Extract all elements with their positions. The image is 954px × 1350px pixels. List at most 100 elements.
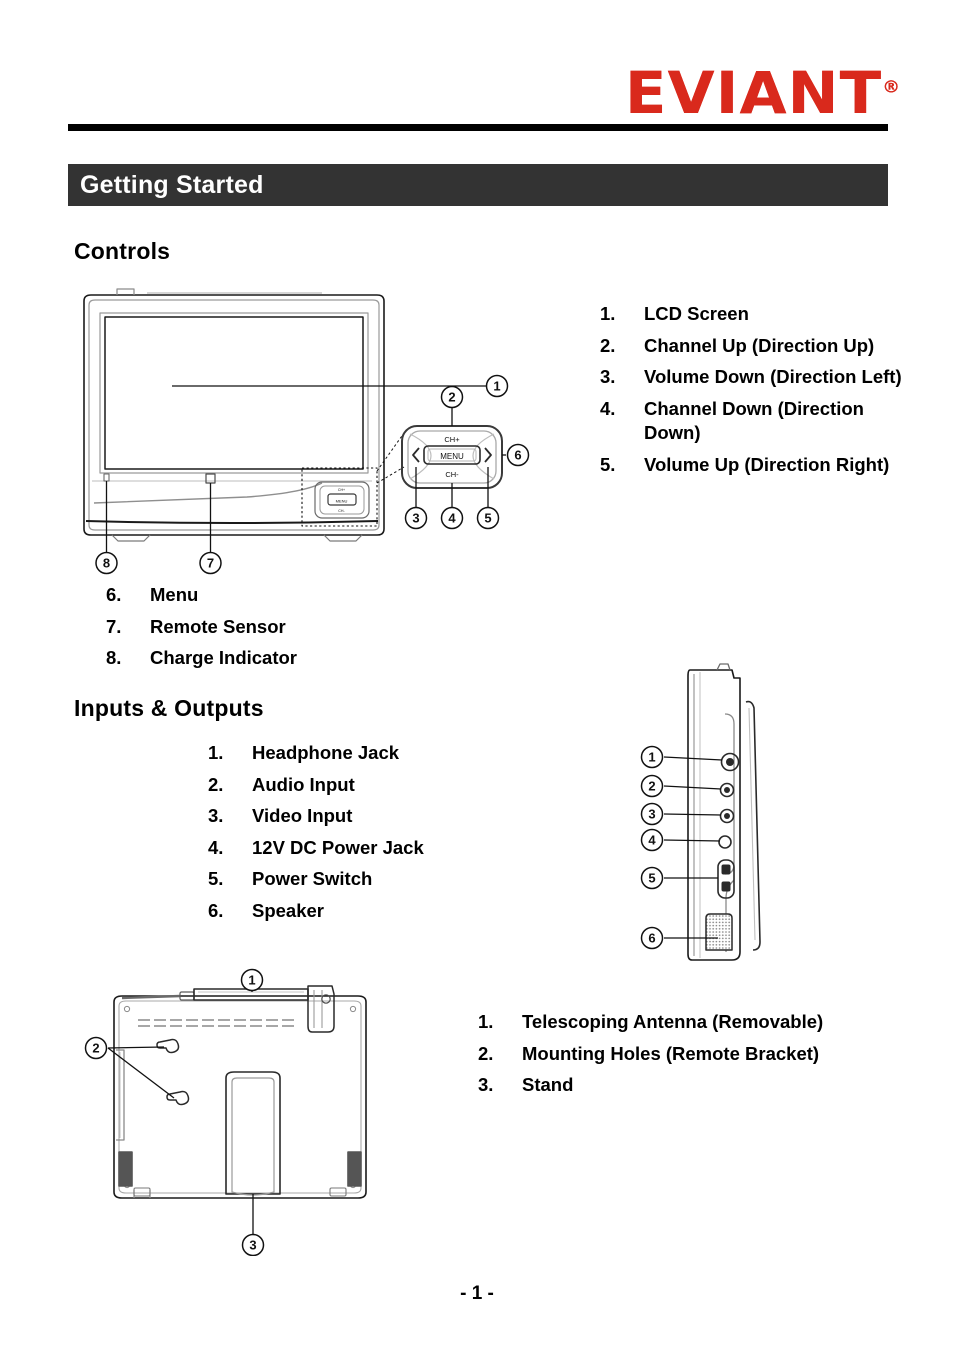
front-callout-4: 4	[440, 506, 464, 530]
device-keypad-menu-label: MENU	[336, 499, 348, 504]
list-item-number: 2.	[478, 1042, 494, 1064]
side-callout-1: 1	[640, 745, 664, 769]
front-callout-1: 1	[485, 374, 509, 398]
list-item: 3. Stand	[478, 1073, 838, 1098]
svg-text:2: 2	[92, 1041, 99, 1056]
front-callout-3: 3	[404, 506, 428, 530]
front-callout-7: 7	[199, 551, 222, 575]
list-item-label: Audio Input	[252, 773, 355, 795]
list-item-label: Volume Down (Direction Left)	[644, 366, 902, 388]
svg-text:4: 4	[648, 833, 656, 848]
list-item: 6. Speaker	[208, 899, 608, 924]
brand-logo: EVIANT®	[0, 62, 900, 122]
controls-list-primary: 1. LCD Screen 2. Channel Up (Direction U…	[600, 302, 920, 485]
list-item-label: Channel Down (Direction Down)	[644, 397, 864, 444]
list-item: 4. 12V DC Power Jack	[208, 836, 608, 861]
list-item-label: Charge Indicator	[150, 647, 297, 669]
keypad-ch-down-label: CH-	[445, 470, 459, 479]
list-item-number: 1.	[600, 303, 616, 324]
front-callout-2: 2	[440, 385, 464, 409]
rear-view-diagram: 1 2 3	[72, 968, 422, 1256]
list-item: 6. Menu	[106, 583, 506, 608]
list-item-number: 1.	[478, 1011, 494, 1032]
list-item: 7. Remote Sensor	[106, 615, 506, 640]
side-callout-3: 3	[640, 802, 664, 826]
svg-text:5: 5	[648, 871, 655, 886]
list-item-label: Menu	[150, 584, 199, 605]
list-item-number: 8.	[106, 647, 122, 669]
svg-text:7: 7	[207, 556, 214, 571]
front-callout-5: 5	[476, 506, 500, 530]
svg-text:1: 1	[648, 750, 655, 765]
svg-text:6: 6	[514, 448, 521, 463]
list-item-label: Headphone Jack	[252, 742, 400, 763]
svg-text:4: 4	[448, 511, 456, 526]
svg-text:6: 6	[648, 931, 655, 946]
list-item: 2. Audio Input	[208, 773, 608, 798]
list-item: 1. Telescoping Antenna (Removable)	[478, 1010, 838, 1035]
svg-text:2: 2	[648, 779, 655, 794]
list-item: 5. Power Switch	[208, 867, 608, 892]
svg-text:2: 2	[448, 390, 455, 405]
list-item-number: 4.	[208, 836, 224, 858]
front-callout-8: 8	[95, 551, 118, 575]
manual-page: EVIANT® Getting Started Controls CH+ CH-…	[0, 0, 954, 1350]
list-item-label: Mounting Holes (Remote Bracket)	[522, 1042, 820, 1064]
svg-text:5: 5	[484, 511, 491, 526]
keypad-menu-label: MENU	[440, 452, 464, 461]
logo-wordmark: EVIANT	[624, 59, 883, 127]
rear-callout-3: 3	[241, 1233, 265, 1256]
list-item-label: Video Input	[252, 805, 353, 827]
list-item-number: 5.	[208, 868, 224, 890]
device-keypad-ch-up-label: CH+	[338, 488, 345, 492]
list-item: 4. Channel Down (Direction Down)	[600, 397, 920, 446]
controls-heading: Controls	[74, 238, 171, 264]
list-item: 2. Channel Up (Direction Up)	[600, 334, 920, 359]
list-item-label: LCD Screen	[644, 303, 749, 324]
list-item-label: Stand	[522, 1074, 574, 1096]
svg-text:3: 3	[249, 1238, 256, 1253]
list-item-number: 2.	[208, 773, 224, 795]
section-banner: Getting Started	[68, 164, 888, 206]
rear-view-list: 1. Telescoping Antenna (Removable) 2. Mo…	[478, 1010, 838, 1105]
registered-trademark-icon: ®	[882, 77, 900, 98]
list-item: 5. Volume Up (Direction Right)	[600, 453, 920, 478]
svg-text:3: 3	[412, 511, 419, 526]
list-item-label: Telescoping Antenna (Removable)	[522, 1011, 824, 1032]
inputs-outputs-list: 1. Headphone Jack 2. Audio Input 3. Vide…	[208, 741, 608, 931]
side-callout-6: 6	[640, 926, 664, 950]
svg-text:3: 3	[648, 807, 655, 822]
list-item-label: Speaker	[252, 899, 324, 921]
side-callout-4: 4	[640, 828, 664, 852]
list-item: 1. Headphone Jack	[208, 741, 608, 766]
list-item-label: Power Switch	[252, 868, 373, 890]
list-item-number: 4.	[600, 397, 616, 419]
controls-list-secondary: 6. Menu 7. Remote Sensor 8. Charge Indic…	[106, 583, 506, 678]
side-view-diagram: 1 2 3 4 5 6	[622, 652, 812, 1010]
page-footer: - 1 -	[0, 1283, 954, 1305]
list-item: 2. Mounting Holes (Remote Bracket)	[478, 1042, 838, 1067]
eviant-logo-text: EVIANT®	[625, 64, 900, 122]
section-title: Getting Started	[80, 170, 264, 199]
list-item: 3. Volume Down (Direction Left)	[600, 365, 920, 390]
list-item-number: 7.	[106, 615, 122, 637]
list-item-number: 3.	[208, 805, 224, 827]
list-item-number: 6.	[208, 899, 224, 921]
side-callout-5: 5	[640, 866, 664, 890]
list-item-label: Volume Up (Direction Right)	[644, 453, 890, 475]
rear-callout-1: 1	[240, 968, 264, 992]
list-item-label: Channel Up (Direction Up)	[644, 334, 875, 356]
list-item-number: 6.	[106, 584, 122, 605]
list-item-number: 3.	[478, 1074, 494, 1096]
keypad-ch-up-label: CH+	[444, 435, 460, 444]
list-item-label: 12V DC Power Jack	[252, 836, 424, 858]
list-item-number: 3.	[600, 366, 616, 388]
inputs-outputs-heading: Inputs & Outputs	[74, 695, 264, 721]
list-item: 3. Video Input	[208, 804, 608, 829]
rear-callout-2: 2	[84, 1036, 108, 1060]
svg-text:1: 1	[493, 379, 500, 394]
page-number: - 1 -	[460, 1283, 494, 1304]
list-item-number: 2.	[600, 334, 616, 356]
header-divider	[68, 124, 888, 131]
list-item-label: Remote Sensor	[150, 615, 286, 637]
